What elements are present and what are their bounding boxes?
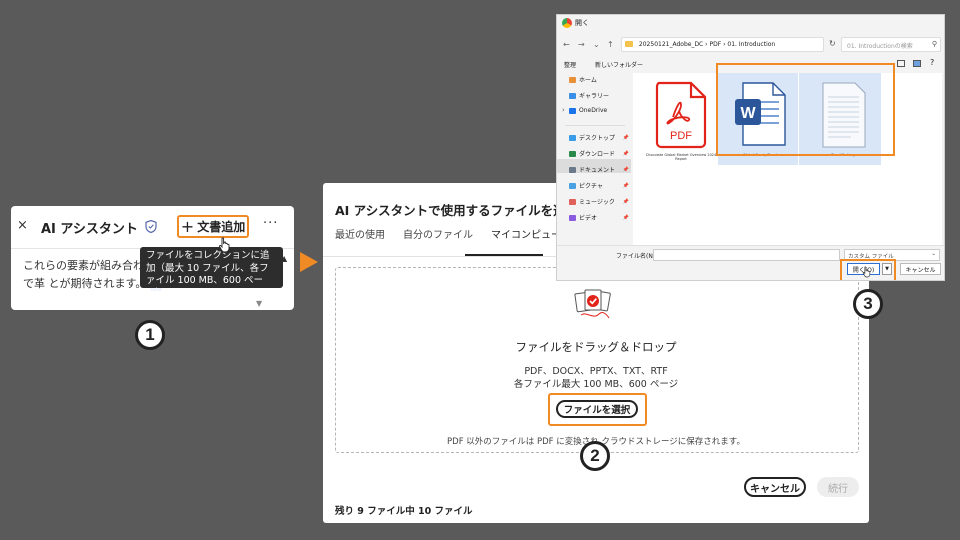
pin-icon: 📌: [622, 214, 629, 221]
select-highlight: ファイルを選択: [548, 393, 647, 426]
sidebar-item-label: ダウンロード: [579, 151, 616, 158]
title-bar: 開く: [557, 15, 944, 33]
sidebar-item[interactable]: ビデオ 📌: [569, 213, 629, 222]
pin-icon: 📌: [622, 150, 629, 157]
tab-my-files[interactable]: 自分のファイル: [403, 226, 473, 241]
path-segment-2[interactable]: PDF: [709, 41, 721, 48]
view-options-icon[interactable]: [897, 60, 905, 67]
forward-icon[interactable]: →: [578, 40, 585, 49]
pdf-file-icon: PDF: [655, 81, 707, 149]
filename-input[interactable]: [653, 249, 840, 261]
step-3-badge: 3: [853, 289, 883, 319]
sidebar-item-label: デスクトップ: [579, 135, 616, 142]
cancel-button[interactable]: キャンセル: [744, 477, 806, 497]
assistant-title: AI アシスタント: [41, 222, 138, 237]
sidebar-item[interactable]: ピクチャ 📌: [569, 181, 629, 190]
step-1-badge: 1: [135, 320, 165, 350]
filename-label: ファイル名(N):: [616, 253, 658, 260]
sidebar-item-label: ギャラリー: [579, 93, 610, 100]
music-icon: [569, 198, 576, 205]
sidebar-item[interactable]: ドキュメント 📌: [569, 165, 629, 174]
remaining-files: 残り 9 ファイル中 10 ファイル: [335, 506, 473, 517]
chevron-down-icon[interactable]: ⌄: [593, 40, 600, 49]
search-placeholder: 01. Introductionの検索: [847, 43, 913, 50]
file-upload-icon: [574, 289, 611, 319]
sidebar-item-label: ビデオ: [579, 215, 598, 222]
file-limits: 各ファイル最大 100 MB、600 ページ: [513, 379, 679, 390]
back-icon[interactable]: ←: [563, 40, 570, 49]
sidebar-item[interactable]: OneDrive: [569, 107, 629, 114]
select-file-button[interactable]: ファイルを選択: [556, 400, 638, 418]
sidebar-item-label: OneDrive: [579, 107, 608, 114]
window-title: 開く: [575, 19, 589, 27]
dialog-heading: AI アシスタントで使用するファイルを選択: [335, 203, 579, 218]
chrome-icon: [562, 18, 572, 28]
desktop-icon: [569, 134, 576, 141]
gallery-icon: [569, 92, 576, 99]
sidebar-item-label: ホーム: [579, 77, 597, 84]
add-document-button[interactable]: + 文書追加: [177, 215, 249, 238]
up-icon[interactable]: ↑: [607, 40, 614, 49]
sidebar-item[interactable]: ホーム: [569, 75, 629, 84]
sidebar-item[interactable]: ギャラリー: [569, 91, 629, 100]
address-bar[interactable]: 20250121_Adobe_DC › PDF › 01. Introducti…: [621, 37, 824, 52]
new-folder-button[interactable]: 新しいフォルダー: [595, 60, 643, 69]
open-file-dialog: 開く ← → ⌄ ↑ 20250121_Adobe_DC › PDF › 01.…: [556, 14, 945, 281]
scroll-down-icon[interactable]: ▼: [256, 299, 262, 308]
supported-formats: PDF、DOCX、PPTX、TXT、RTF: [524, 366, 668, 377]
preview-pane-icon[interactable]: [913, 60, 921, 67]
file-name: Chocolate Global Market Overview 2024 Re…: [645, 153, 717, 161]
pin-icon: 📌: [622, 182, 629, 189]
source-tabs: 最近の使用 自分のファイル マイコンピューター: [335, 226, 581, 241]
picture-icon: [569, 182, 576, 189]
search-icon: ⚲: [931, 40, 937, 48]
pin-icon: 📌: [622, 134, 629, 141]
sidebar-item-label: ミュージック: [579, 199, 615, 206]
navigation-bar: ← → ⌄ ↑ 20250121_Adobe_DC › PDF › 01. In…: [557, 33, 944, 57]
format-info: PDF、DOCX、PPTX、TXT、RTF 各ファイル最大 100 MB、600…: [323, 365, 869, 391]
more-options-icon[interactable]: ···: [263, 216, 278, 231]
home-icon: [569, 76, 576, 83]
selected-files-highlight: [716, 63, 895, 156]
organize-button[interactable]: 整理: [564, 60, 576, 69]
hand-cursor-icon: [218, 237, 230, 253]
sidebar-item[interactable]: デスクトップ 📌: [569, 133, 629, 142]
expand-chevron-icon[interactable]: ›: [562, 106, 565, 114]
tab-recent[interactable]: 最近の使用: [335, 226, 385, 241]
folder-icon: [625, 41, 633, 47]
sidebar-item-label: ピクチャ: [579, 183, 603, 190]
download-icon: [569, 150, 576, 157]
search-input[interactable]: 01. Introductionの検索 ⚲: [841, 37, 941, 52]
drop-title: ファイルをドラッグ＆ドロップ: [515, 340, 677, 354]
video-icon: [569, 214, 576, 221]
nav-divider: [565, 125, 625, 126]
pin-icon: 📌: [622, 166, 629, 173]
path-segment-3[interactable]: 01. Introduction: [727, 41, 775, 48]
shield-icon: [145, 220, 157, 233]
dialog-cancel-button[interactable]: キャンセル: [900, 263, 941, 275]
navigation-pane: ホーム ギャラリー OneDrive デスクトップ 📌 ダウンロード 📌 ドキュメント 📌 ピクチ…: [557, 73, 631, 245]
pdf-label: PDF: [670, 130, 692, 142]
sidebar-item-label: ドキュメント: [579, 167, 616, 174]
refresh-icon[interactable]: ↻: [829, 39, 836, 48]
document-icon: [569, 166, 576, 173]
open-dropdown-icon[interactable]: ▼: [882, 263, 892, 275]
continue-button[interactable]: 続行: [817, 477, 859, 497]
plus-icon: +: [180, 216, 195, 236]
close-icon[interactable]: ×: [17, 218, 28, 233]
hand-cursor-icon: [862, 266, 871, 278]
add-document-label: 文書追加: [197, 220, 246, 234]
arrow-right-icon: [300, 252, 318, 272]
pin-icon: 📌: [622, 198, 629, 205]
help-icon[interactable]: ?: [930, 58, 934, 67]
add-document-tooltip: ファイルをコレクションに追加（最大 10 ファイル、各ファイル 100 MB、6…: [140, 247, 283, 299]
sidebar-item[interactable]: ミュージック 📌: [569, 197, 629, 206]
path-segment-1[interactable]: 20250121_Adobe_DC: [639, 41, 703, 48]
sidebar-item[interactable]: ダウンロード 📌: [569, 149, 629, 158]
step-2-badge: 2: [580, 441, 610, 471]
cloud-icon: [569, 107, 576, 114]
chevron-down-icon: ⌄: [931, 251, 936, 257]
